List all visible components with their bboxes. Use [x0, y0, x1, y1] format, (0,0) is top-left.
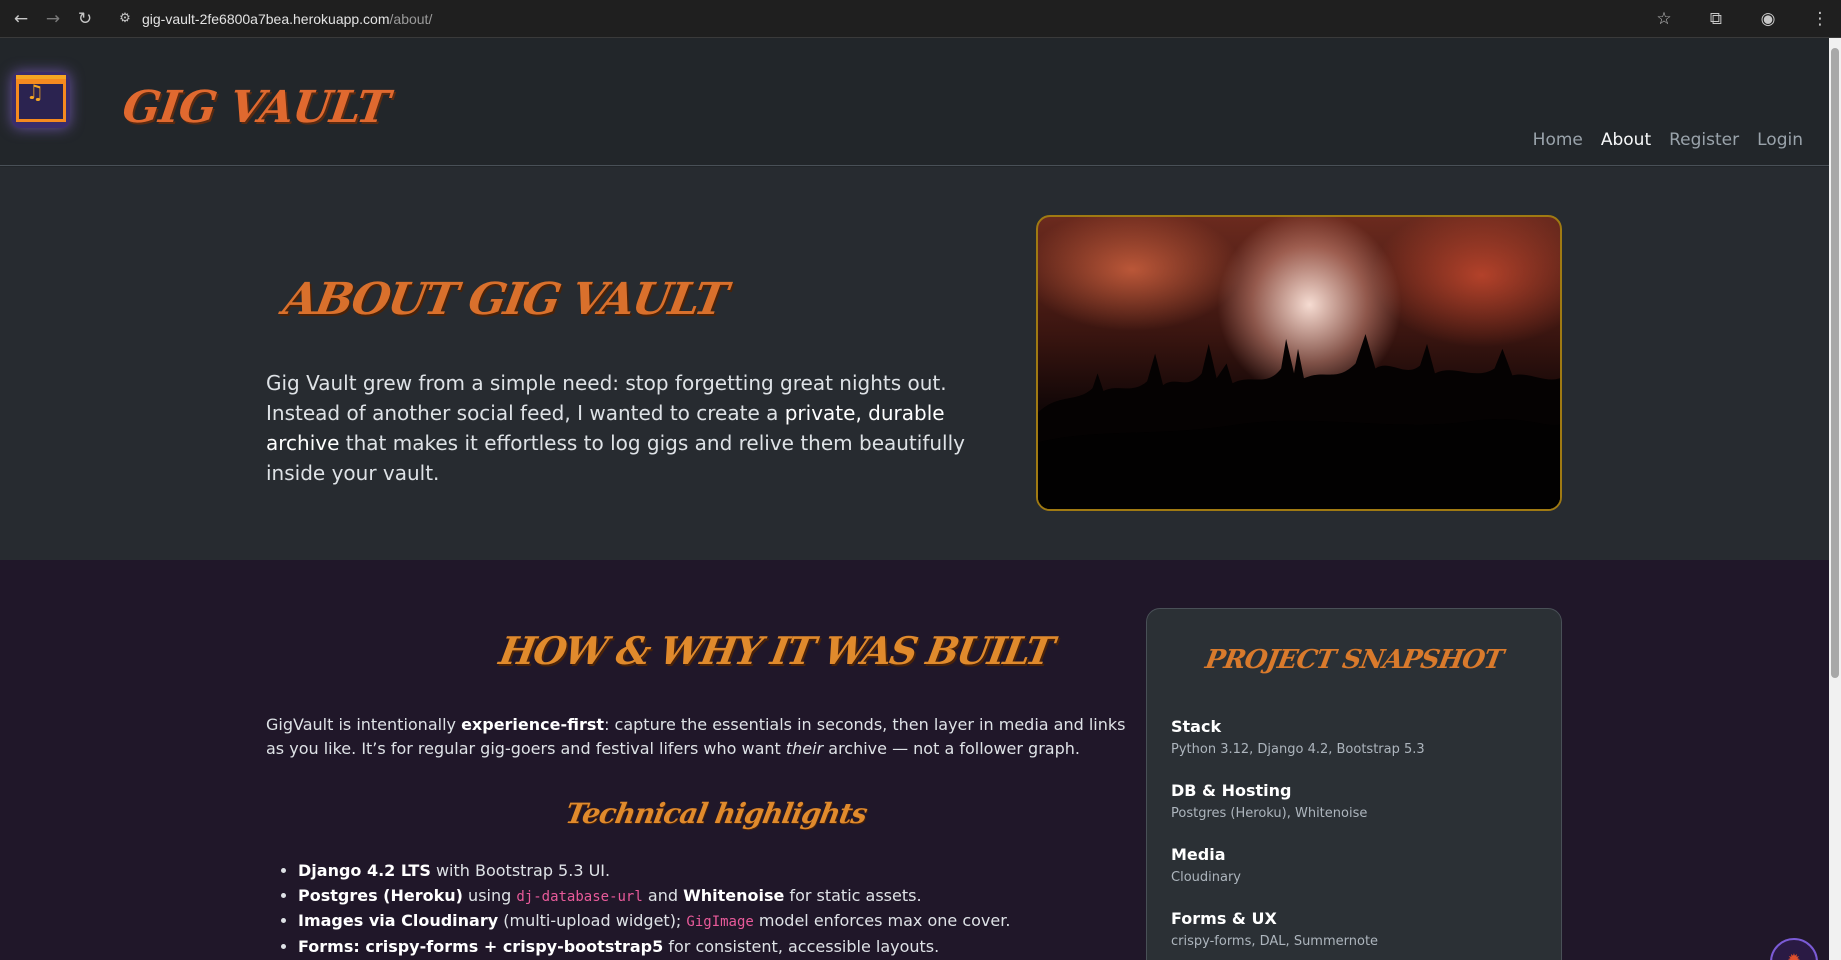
music-note-icon: ♫	[26, 80, 44, 104]
highlight-text: (multi-upload widget);	[498, 911, 687, 930]
about-intro: Gig Vault grew from a simple need: stop …	[266, 368, 986, 488]
highlight-code: dj-database-url	[516, 888, 643, 905]
highlight-code: GigImage	[686, 914, 754, 930]
highlight-text: for static assets.	[784, 885, 922, 905]
list-item: Forms: crispy-forms + crispy-bootstrap5 …	[298, 935, 1148, 960]
snapshot-value: Python 3.12, Django 4.2, Bootstrap 5.3	[1171, 742, 1425, 757]
snapshot-item-db-hosting: DB & Hosting Postgres (Heroku), Whitenoi…	[1171, 781, 1367, 821]
nav-link-about[interactable]: About	[1601, 130, 1651, 150]
highlight-strong: Whitenoise	[683, 885, 785, 905]
highlight-strong: Images via Cloudinary	[298, 911, 499, 930]
browser-actions: ☆ ⧉ ◉ ⋮	[1653, 0, 1841, 38]
site-info-icon[interactable]: ⚙	[116, 10, 134, 28]
experience-intro-part1: GigVault is intentionally	[266, 715, 462, 734]
menu-dots-icon[interactable]: ⋮	[1809, 8, 1831, 30]
nav-link-home[interactable]: Home	[1533, 130, 1583, 150]
about-hero: ABOUT GIG VAULT Gig Vault grew from a si…	[0, 167, 1829, 560]
highlight-text: with Bootstrap 5.3 UI.	[430, 861, 611, 880]
experience-intro-part3: archive — not a follower graph.	[823, 739, 1080, 758]
scrollbar-thumb[interactable]	[1831, 48, 1839, 678]
experience-intro: GigVault is intentionally experience-fir…	[266, 713, 1126, 761]
snapshot-key: DB & Hosting	[1171, 781, 1292, 800]
address-bar[interactable]: gig-vault-2fe6800a7bea.herokuapp.com/abo…	[142, 11, 432, 27]
highlight-strong: Django 4.2 LTS	[298, 861, 431, 880]
highlight-text: using	[462, 885, 517, 905]
snapshot-value: Postgres (Heroku), Whitenoise	[1171, 806, 1368, 821]
page-scrollbar[interactable]	[1829, 38, 1841, 960]
nav-link-login[interactable]: Login	[1757, 130, 1803, 150]
url-path: /about/	[389, 10, 433, 27]
experience-intro-em: their	[785, 739, 824, 758]
highlight-text: model enforces max one cover.	[753, 911, 1011, 930]
gear-icon: ✹	[1787, 950, 1801, 960]
brand-name[interactable]: GIG VAULT	[119, 82, 392, 133]
browser-toolbar: ← → ↻ ⚙ gig-vault-2fe6800a7bea.herokuapp…	[0, 0, 1841, 38]
snapshot-value: Cloudinary	[1171, 870, 1241, 885]
snapshot-item-forms-ux: Forms & UX crispy-forms, DAL, Summernote	[1171, 909, 1378, 949]
highlight-strong: Postgres (Heroku)	[298, 885, 463, 905]
page-title: ABOUT GIG VAULT	[279, 274, 730, 325]
bookmark-star-icon[interactable]: ☆	[1653, 8, 1675, 30]
url-host: gig-vault-2fe6800a7bea.herokuapp.com	[142, 10, 390, 27]
reload-icon[interactable]: ↻	[74, 8, 96, 30]
highlight-strong: Forms: crispy-forms + crispy-bootstrap5	[298, 936, 664, 956]
concert-crowd-image	[1036, 215, 1562, 511]
nav-link-register[interactable]: Register	[1669, 130, 1739, 150]
snapshot-key: Media	[1171, 845, 1226, 864]
snapshot-item-media: Media Cloudinary	[1171, 845, 1241, 885]
list-item: Images via Cloudinary (multi-upload widg…	[298, 909, 1148, 935]
project-snapshot-card: PROJECT SNAPSHOT Stack Python 3.12, Djan…	[1146, 608, 1562, 960]
list-item: Postgres (Heroku) using dj-database-url …	[298, 884, 1148, 910]
section-title: HOW & WHY IT WAS BUILT	[496, 628, 1056, 673]
snapshot-key: Stack	[1171, 717, 1222, 736]
snapshot-title: PROJECT SNAPSHOT	[1203, 645, 1505, 675]
experience-intro-strong: experience-first	[461, 715, 605, 734]
logo-icon[interactable]: ♫	[12, 72, 70, 128]
list-item: Django 4.2 LTS with Bootstrap 5.3 UI.	[298, 859, 1148, 884]
highlight-text: and	[642, 885, 684, 905]
highlight-text: for consistent, accessible layouts.	[663, 936, 940, 956]
tech-highlights-list: Django 4.2 LTS with Bootstrap 5.3 UI. Po…	[298, 859, 1148, 959]
back-arrow-icon[interactable]: ←	[10, 8, 32, 30]
snapshot-key: Forms & UX	[1171, 909, 1277, 928]
forward-arrow-icon[interactable]: →	[42, 8, 64, 30]
extensions-icon[interactable]: ⧉	[1705, 8, 1727, 30]
about-intro-part2: that makes it effortless to log gigs and…	[266, 431, 965, 485]
snapshot-value: crispy-forms, DAL, Summernote	[1171, 934, 1379, 949]
main-nav: Home About Register Login	[1515, 130, 1803, 150]
crowd-silhouette	[1038, 333, 1560, 509]
site-navbar: ♫ GIG VAULT Home About Register Login	[0, 38, 1829, 166]
profile-icon[interactable]: ◉	[1757, 8, 1779, 30]
snapshot-item-stack: Stack Python 3.12, Django 4.2, Bootstrap…	[1171, 717, 1425, 757]
tech-highlights-title: Technical highlights	[563, 797, 870, 830]
how-built-section: HOW & WHY IT WAS BUILT GigVault is inten…	[0, 560, 1829, 960]
